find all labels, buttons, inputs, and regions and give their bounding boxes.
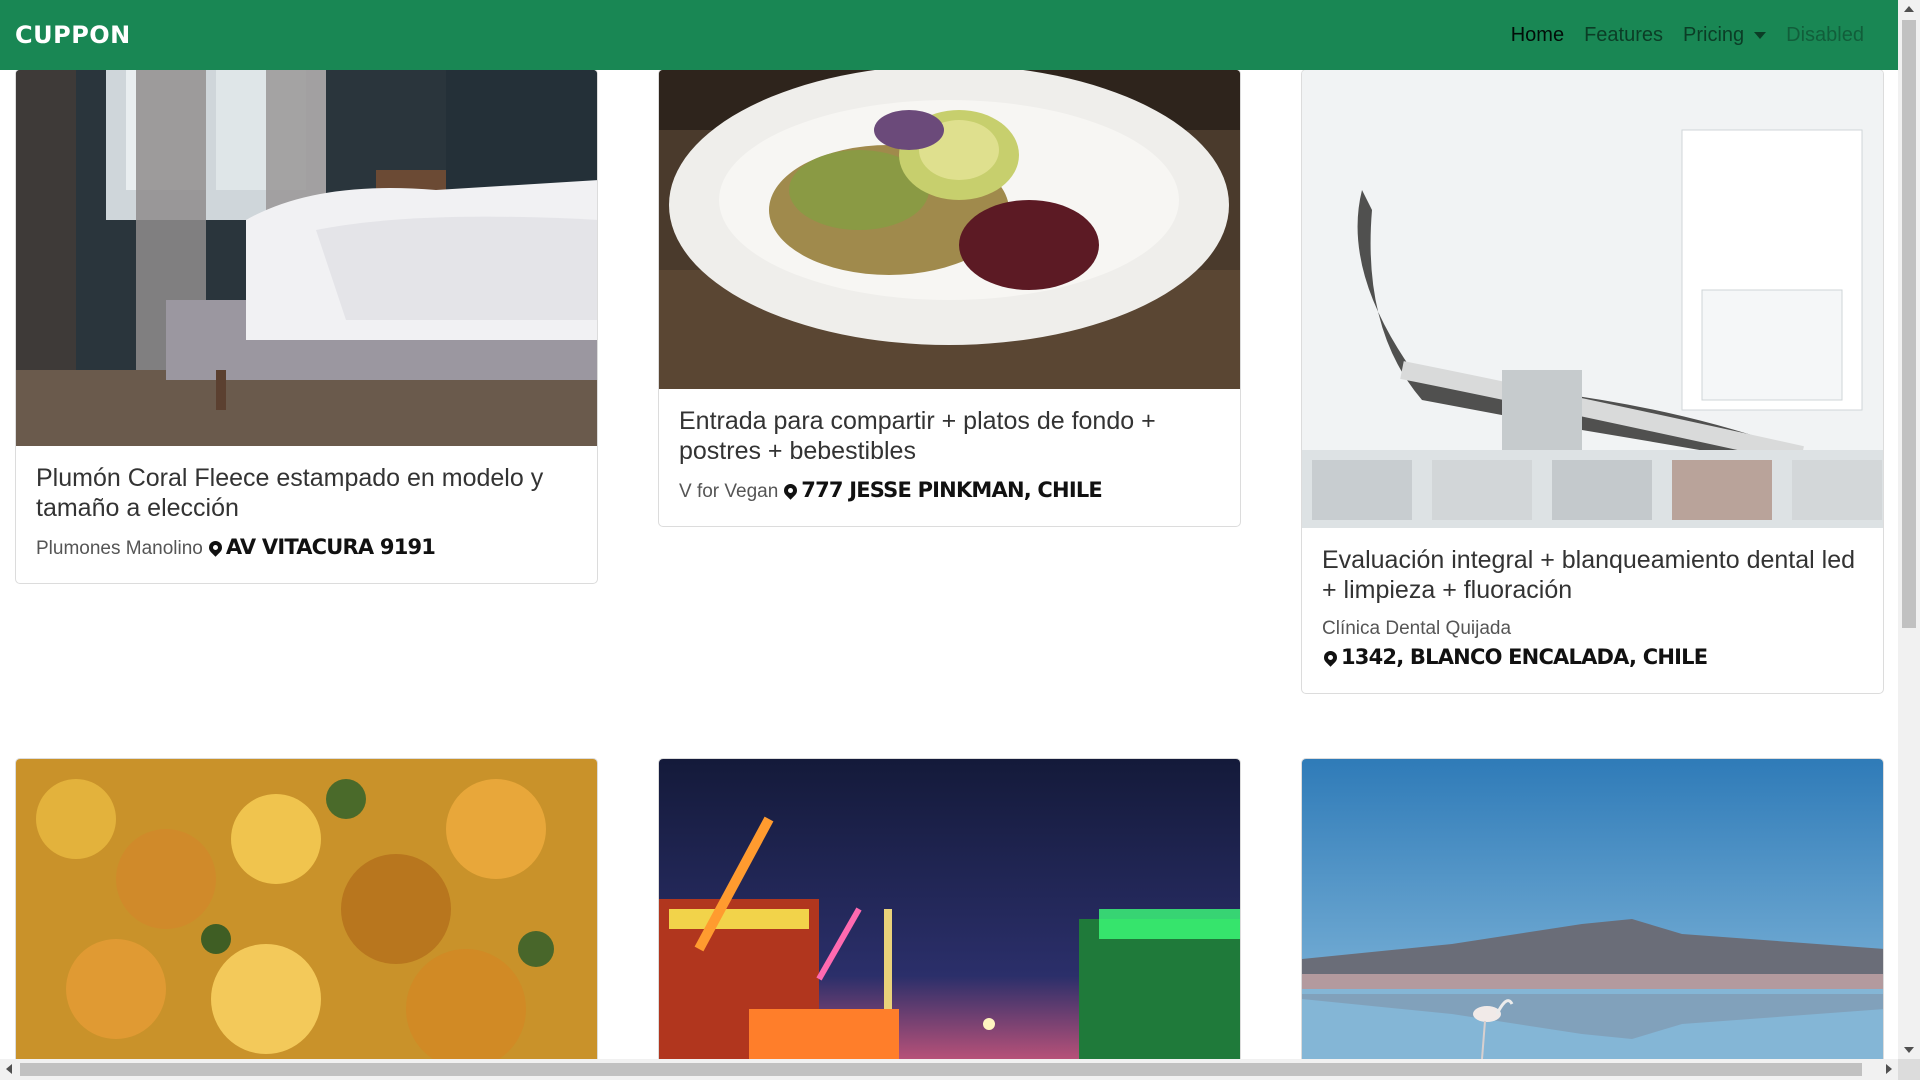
chevron-down-icon xyxy=(1754,31,1767,39)
flamingo-image xyxy=(1302,759,1883,1059)
nav-features-link[interactable]: Features xyxy=(1574,24,1673,47)
vertical-scroll-thumb[interactable] xyxy=(1902,20,1916,628)
store-address: AV VITACURA 9191 xyxy=(225,535,436,559)
vegan-plate-image xyxy=(659,70,1240,389)
card-meta: Clínica Dental Quijada 1342, BLANCO ENCA… xyxy=(1321,615,1863,673)
card-image-flamingo[interactable] xyxy=(1302,759,1883,1059)
bedroom-image xyxy=(16,70,597,446)
store-name: V for Vegan xyxy=(679,481,779,502)
horizontal-scroll-thumb[interactable] xyxy=(20,1063,1862,1076)
vertical-scrollbar[interactable] xyxy=(1898,0,1920,1059)
scroll-left-arrow-icon[interactable] xyxy=(6,1064,12,1074)
nav-home-link[interactable]: Home xyxy=(1501,24,1574,47)
card-image-stew[interactable] xyxy=(16,759,597,1059)
map-pin-icon xyxy=(1321,648,1340,667)
dental-chair-image xyxy=(1302,70,1883,528)
top-navbar: CUPPON Home Features Pricing Disabled xyxy=(0,0,1898,70)
map-pin-icon xyxy=(781,481,800,500)
card-title[interactable]: Plumón Coral Fleece estampado en modelo … xyxy=(36,463,577,523)
nav-pricing-dropdown[interactable]: Pricing xyxy=(1673,24,1776,47)
deal-card[interactable] xyxy=(1301,758,1884,1059)
map-pin-icon xyxy=(206,538,225,557)
card-title[interactable]: Entrada para compartir + platos de fondo… xyxy=(679,406,1220,466)
deal-card[interactable] xyxy=(658,758,1241,1059)
nav-pricing-label: Pricing xyxy=(1683,23,1745,46)
scroll-right-arrow-icon[interactable] xyxy=(1886,1064,1892,1074)
store-name: Plumones Manolino xyxy=(36,538,203,559)
deal-card[interactable]: Evaluación integral + blanqueamiento den… xyxy=(1301,69,1884,694)
deal-card[interactable] xyxy=(15,758,598,1059)
store-address: 1342, BLANCO ENCALADA, CHILE xyxy=(1341,645,1708,669)
card-meta: V for Vegan 777 JESSE PINKMAN, CHILE xyxy=(679,476,1220,506)
horizontal-scrollbar[interactable] xyxy=(0,1059,1898,1080)
card-meta: Plumones Manolino AV VITACURA 9191 xyxy=(36,533,577,563)
store-address: 777 JESSE PINKMAN, CHILE xyxy=(801,478,1102,502)
scrollbar-corner xyxy=(1898,1059,1920,1080)
card-image-food[interactable] xyxy=(659,70,1240,389)
card-body: Plumón Coral Fleece estampado en modelo … xyxy=(16,446,597,583)
store-name: Clínica Dental Quijada xyxy=(1322,618,1512,639)
carnival-image xyxy=(659,759,1240,1059)
card-image-dental[interactable] xyxy=(1302,70,1883,528)
deal-card[interactable]: Entrada para compartir + platos de fondo… xyxy=(658,69,1241,527)
card-image-bedroom[interactable] xyxy=(16,70,597,446)
brand-logo[interactable]: CUPPON xyxy=(15,21,131,49)
card-image-carnival[interactable] xyxy=(659,759,1240,1059)
card-body: Entrada para compartir + platos de fondo… xyxy=(659,389,1240,526)
nav-links: Home Features Pricing Disabled xyxy=(1501,24,1874,47)
card-body: Evaluación integral + blanqueamiento den… xyxy=(1302,528,1883,693)
stew-image xyxy=(16,759,597,1059)
deal-card[interactable]: Plumón Coral Fleece estampado en modelo … xyxy=(15,69,598,584)
scroll-down-arrow-icon[interactable] xyxy=(1904,1047,1914,1053)
nav-disabled-link: Disabled xyxy=(1786,23,1864,46)
scroll-up-arrow-icon[interactable] xyxy=(1904,6,1914,12)
page-viewport: Plumón Coral Fleece estampado en modelo … xyxy=(0,0,1898,1059)
card-title[interactable]: Evaluación integral + blanqueamiento den… xyxy=(1322,545,1863,605)
